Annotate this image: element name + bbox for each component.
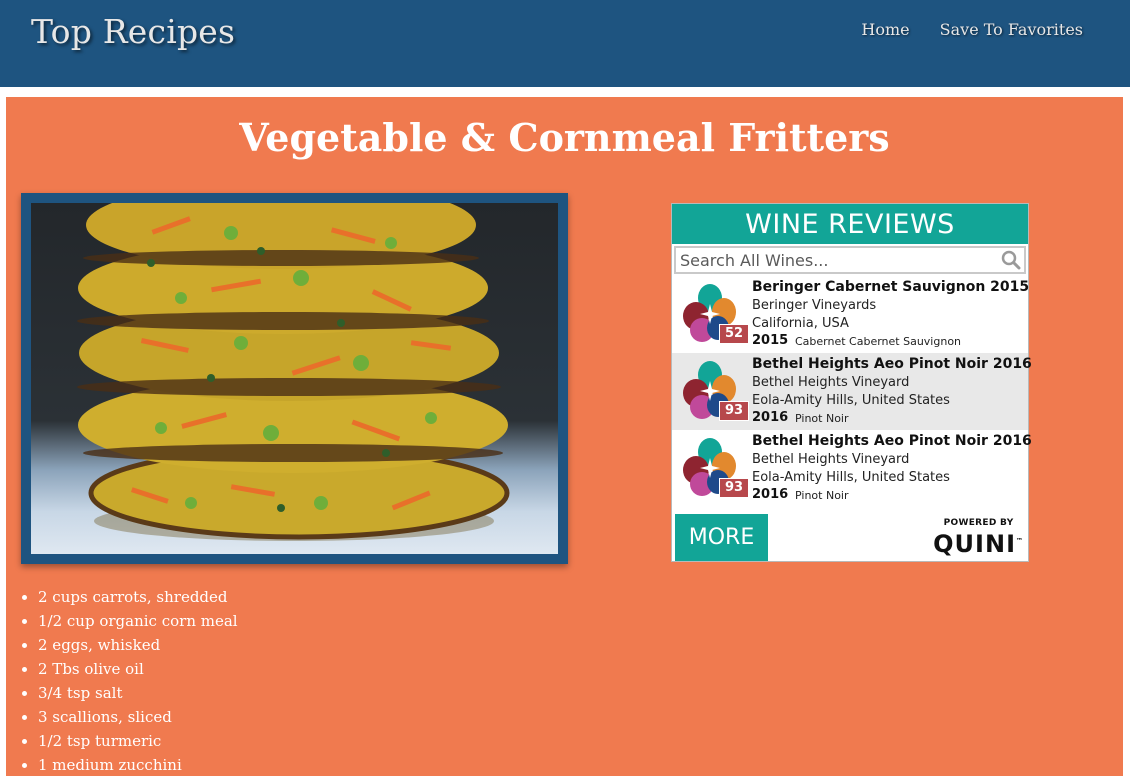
ingredient-item: 1/2 cup organic corn meal: [38, 609, 238, 633]
ingredient-item: 2 Tbs olive oil: [38, 657, 238, 681]
ingredient-item: 2 cups carrots, shredded: [38, 585, 238, 609]
ingredient-item: 1/2 tsp turmeric: [38, 729, 238, 753]
quini-brand-label: QUINI™: [933, 530, 1024, 558]
wine-reviews-widget: WINE REVIEWS 52 Beringer Cabernet Sauvig…: [671, 203, 1032, 562]
wine-list-item[interactable]: 93 Bethel Heights Aeo Pinot Noir 2016 Be…: [672, 430, 1032, 507]
wine-winery: Bethel Heights Vineyard: [752, 452, 910, 467]
wine-region: Eola-Amity Hills, United States: [752, 470, 950, 485]
more-button[interactable]: MORE: [675, 514, 768, 561]
wine-list-item[interactable]: 52 Beringer Cabernet Sauvignon 2015 Beri…: [672, 276, 1029, 353]
wine-reviews-header: WINE REVIEWS: [672, 204, 1028, 244]
recipe-title: Vegetable & Cornmeal Fritters: [239, 115, 890, 160]
wine-region: Eola-Amity Hills, United States: [752, 393, 950, 408]
wine-score-badge: 93: [719, 478, 749, 498]
recipe-photo-frame: [21, 193, 568, 564]
nav-home-link[interactable]: Home: [861, 20, 909, 39]
wine-score-badge: 93: [719, 401, 749, 421]
wine-search-input[interactable]: [676, 248, 994, 272]
ingredient-item: 3 scallions, sliced: [38, 705, 238, 729]
wine-year: 2016: [752, 410, 789, 425]
quini-logo[interactable]: POWERED BY QUINI™: [933, 518, 1024, 557]
powered-by-label: POWERED BY: [943, 518, 1014, 528]
wine-search-box: [674, 246, 1026, 274]
ingredient-item: 2 eggs, whisked: [38, 633, 238, 657]
wine-list-item[interactable]: 93 Bethel Heights Aeo Pinot Noir 2016 Be…: [672, 353, 1032, 430]
search-icon[interactable]: [1001, 250, 1021, 274]
wine-winery: Beringer Vineyards: [752, 298, 877, 313]
wine-name[interactable]: Bethel Heights Aeo Pinot Noir 2016: [752, 433, 1032, 449]
nav-save-to-favorites-link[interactable]: Save To Favorites: [940, 20, 1083, 39]
recipe-content: Vegetable & Cornmeal Fritters • 2 cups c…: [6, 97, 1123, 776]
ingredient-item: 3/4 tsp salt: [38, 681, 238, 705]
wine-name[interactable]: Beringer Cabernet Sauvignon 2015: [752, 279, 1029, 295]
wine-winery: Bethel Heights Vineyard: [752, 375, 910, 390]
recipe-photo: [31, 203, 558, 554]
wine-widget-footer: MORE POWERED BY QUINI™: [672, 510, 1028, 561]
wine-year: 2016: [752, 487, 789, 502]
wine-year: 2015: [752, 333, 789, 348]
wine-region: California, USA: [752, 316, 849, 331]
wine-variety: Cabernet Cabernet Sauvignon: [795, 335, 962, 348]
main-nav: Home Save To Favorites: [861, 20, 1083, 39]
wine-variety: Pinot Noir: [795, 412, 849, 425]
ingredient-item: 1 medium zucchini: [38, 753, 238, 777]
wine-name[interactable]: Bethel Heights Aeo Pinot Noir 2016: [752, 356, 1032, 372]
site-title[interactable]: Top Recipes: [31, 12, 235, 51]
wine-variety: Pinot Noir: [795, 489, 849, 502]
site-header: Top Recipes Home Save To Favorites: [0, 0, 1130, 87]
wine-score-badge: 52: [719, 324, 749, 344]
ingredients-list: 2 cups carrots, shredded 1/2 cup organic…: [6, 585, 238, 777]
fritter-stack-image: [77, 203, 510, 541]
